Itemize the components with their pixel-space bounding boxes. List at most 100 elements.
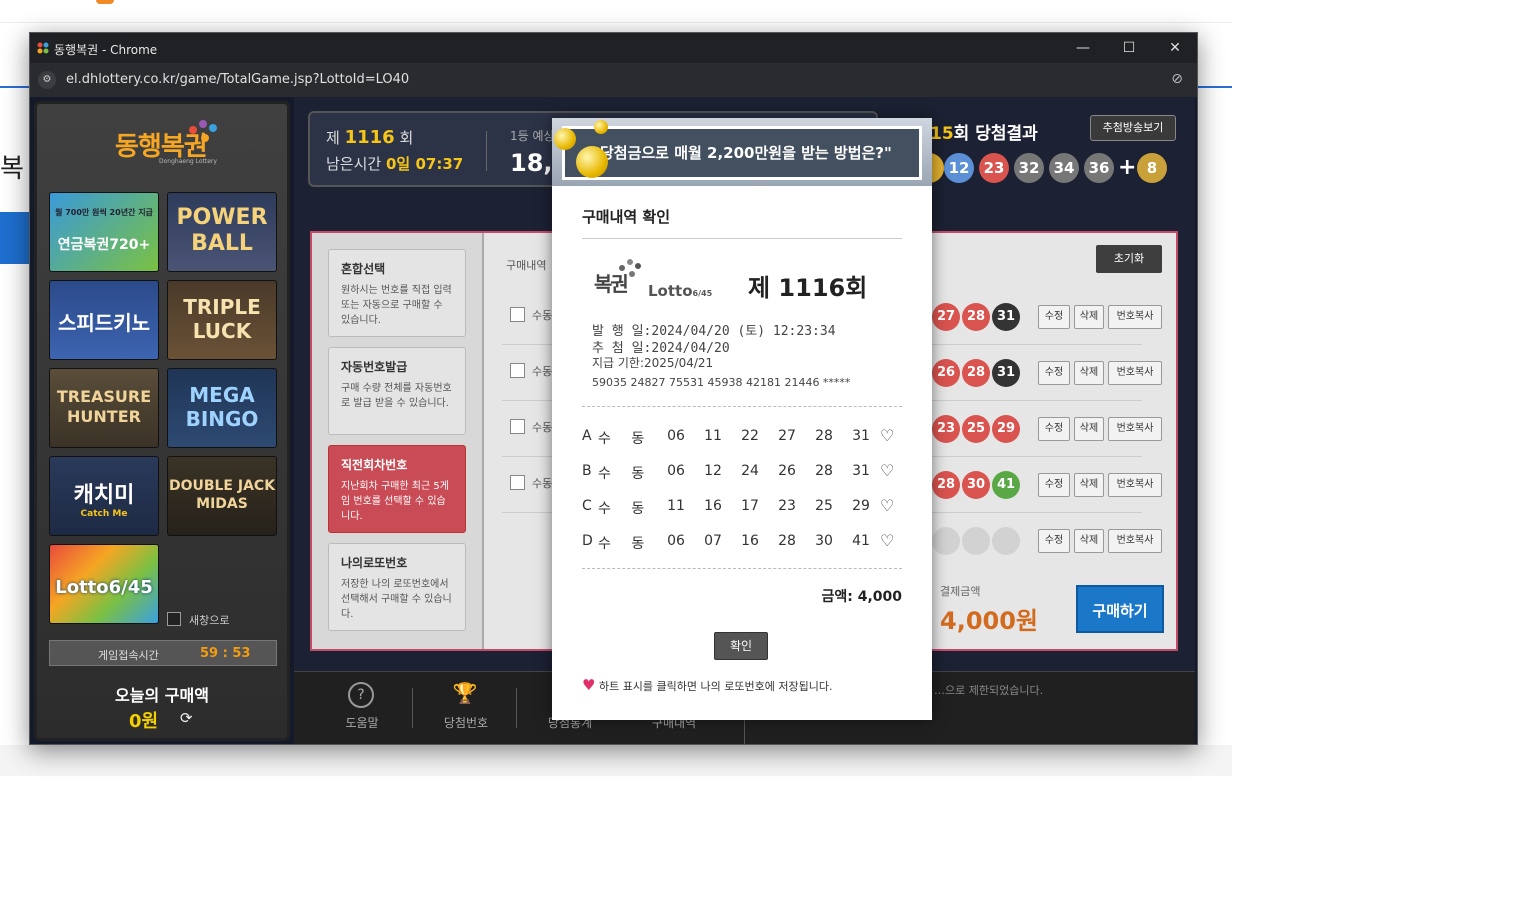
confirm-button[interactable]: 확인 — [714, 632, 768, 660]
tile-powerball[interactable]: POWER BALL — [167, 192, 277, 272]
reset-button[interactable]: 초기화 — [1096, 245, 1162, 273]
row-number: 25 — [815, 498, 833, 514]
slot-delete-button[interactable]: 삭제 — [1074, 417, 1104, 441]
heart-icon[interactable]: ♡ — [880, 426, 894, 445]
row-letter: D — [582, 533, 593, 549]
ticket-row-b: B 수 동 06 12 24 26 28 31 ♡ — [582, 461, 902, 487]
slot-edit-button[interactable]: 수정 — [1038, 305, 1070, 329]
minimize-button[interactable]: — — [1060, 33, 1106, 63]
background-orange-mark — [96, 0, 114, 4]
title-bar[interactable]: 동행복권 - Chrome — ☐ ✕ — [30, 33, 1197, 63]
menu-my-numbers[interactable]: 나의로또번호 저장한 나의 로또번호에서 선택해서 구매할 수 있습니다. — [328, 543, 466, 631]
menu-auto-issue[interactable]: 자동번호발급 구매 수량 전체를 자동번호로 발급 받을 수 있습니다. — [328, 347, 466, 435]
background-blue-tab — [0, 212, 29, 264]
background-top-divider — [0, 22, 1232, 23]
slot-mode: 수동 — [532, 477, 553, 490]
slot-edit-button[interactable]: 수정 — [1038, 417, 1070, 441]
help-button[interactable]: ? 도움말 — [310, 672, 414, 744]
close-button[interactable]: ✕ — [1152, 33, 1197, 63]
toolbar-divider — [412, 688, 413, 728]
maximize-button[interactable]: ☐ — [1106, 33, 1152, 63]
tile-label: Lotto6/45 — [55, 577, 153, 598]
gold-coin-icon — [594, 120, 608, 134]
row-number: 16 — [704, 498, 722, 514]
heart-icon[interactable]: ♡ — [880, 496, 894, 515]
refresh-icon[interactable]: ⟳ — [180, 709, 193, 727]
menu-previous-draw[interactable]: 직전회차번호 지난회차 구매한 최근 5게임 번호를 선택할 수 있습니다. — [328, 445, 466, 533]
row-mode: 수 동 — [598, 431, 653, 447]
slot-ball: 30 — [962, 471, 990, 499]
tile-triple-luck[interactable]: TRIPLE LUCK — [167, 280, 277, 360]
payment-deadline: 지급 기한:2025/04/21 — [592, 356, 714, 370]
row-number: 26 — [778, 463, 796, 479]
slot-copy-button[interactable]: 번호복사 — [1108, 361, 1162, 385]
tile-pension-720[interactable]: 월 700만 원씩 20년간 지급 연금복권720+ — [49, 192, 159, 272]
ticket-row-d: D 수 동 06 07 16 28 30 41 ♡ — [582, 531, 902, 557]
slot-ball: 31 — [992, 303, 1020, 331]
slot-checkbox[interactable] — [510, 419, 525, 434]
slot-checkbox[interactable] — [510, 363, 525, 378]
tile-catch-me[interactable]: 캐치미 Catch Me — [49, 456, 159, 536]
slot-ball: 31 — [992, 359, 1020, 387]
winning-ball: 36 — [1084, 153, 1114, 183]
slot-copy-button[interactable]: 번호복사 — [1108, 473, 1162, 497]
eye-slash-icon[interactable]: ⊘ — [1171, 71, 1183, 87]
tile-label: POWER BALL — [176, 205, 268, 256]
buy-button[interactable]: 구매하기 — [1076, 585, 1164, 633]
site-info-icon[interactable]: ⚙ — [38, 71, 56, 89]
new-window-checkbox[interactable] — [167, 612, 181, 626]
window-title: 동행복권 - Chrome — [54, 43, 158, 57]
promo-banner[interactable]: "당첨금으로 매월 2,200만원을 받는 방법은?" — [552, 118, 932, 186]
draw-broadcast-button[interactable]: 추첨방송보기 — [1090, 115, 1176, 141]
menu-title: 자동번호발급 — [341, 360, 408, 374]
timer-value: 59 : 53 — [200, 646, 251, 661]
slot-ball: 25 — [962, 415, 990, 443]
slot-checkbox[interactable] — [510, 475, 525, 490]
note-text: 하트 표시를 클릭하면 나의 로또번호에 저장됩니다. — [598, 680, 833, 693]
dashed-divider — [582, 568, 902, 569]
heart-icon[interactable]: ♡ — [880, 531, 894, 550]
slot-copy-button[interactable]: 번호복사 — [1108, 305, 1162, 329]
row-number: 23 — [778, 498, 796, 514]
slot-checkbox[interactable] — [510, 307, 525, 322]
dashed-divider — [582, 406, 902, 407]
slot-delete-button[interactable]: 삭제 — [1074, 305, 1104, 329]
draw-prefix: 제 — [326, 129, 340, 147]
menu-title: 직전회차번호 — [341, 458, 408, 472]
ticket-row-c: C 수 동 11 16 17 23 25 29 ♡ — [582, 496, 902, 522]
row-letter: A — [582, 428, 592, 444]
menu-mixed-select[interactable]: 혼합선택 원하시는 번호를 직접 입력 또는 자동으로 구매할 수 있습니다. — [328, 249, 466, 337]
row-number: 12 — [704, 463, 722, 479]
winning-ball: 34 — [1049, 153, 1079, 183]
winning-numbers-button[interactable]: 🏆 당첨번호 — [414, 672, 518, 744]
row-number: 30 — [815, 533, 833, 549]
payment-amount: 4,000원 — [940, 607, 1038, 635]
slot-mode: 수동 — [532, 309, 553, 322]
slot-delete-button[interactable]: 삭제 — [1074, 529, 1104, 553]
slot-edit-button[interactable]: 수정 — [1038, 473, 1070, 497]
row-number: 06 — [667, 463, 685, 479]
slot-delete-button[interactable]: 삭제 — [1074, 473, 1104, 497]
tile-label: DOUBLE JACK MIDAS — [168, 478, 276, 512]
bottom-notice: …으로 제한되었습니다. — [934, 684, 1044, 697]
tile-mega-bingo[interactable]: MEGA BINGO — [167, 368, 277, 448]
tile-lotto645[interactable]: Lotto6/45 — [49, 544, 159, 624]
timer-label: 게임접속시간 — [98, 649, 159, 662]
menu-desc: 원하시는 번호를 직접 입력 또는 자동으로 구매할 수 있습니다. — [341, 285, 452, 326]
slot-copy-button[interactable]: 번호복사 — [1108, 529, 1162, 553]
tile-speedkeno[interactable]: 스피드키노 — [49, 280, 159, 360]
slot-edit-button[interactable]: 수정 — [1038, 529, 1070, 553]
heart-icon[interactable]: ♡ — [880, 461, 894, 480]
url-text[interactable]: el.dhlottery.co.kr/game/TotalGame.jsp?Lo… — [66, 72, 409, 87]
tile-treasure-hunter[interactable]: TREASURE HUNTER — [49, 368, 159, 448]
slot-copy-button[interactable]: 번호복사 — [1108, 417, 1162, 441]
logo-dots-icon — [189, 120, 217, 142]
slot-ball-empty — [962, 527, 990, 555]
slot-delete-button[interactable]: 삭제 — [1074, 361, 1104, 385]
ticket-serial: 59035 24827 75531 45938 42181 21446 ****… — [592, 376, 851, 389]
row-number: 17 — [741, 498, 759, 514]
slot-edit-button[interactable]: 수정 — [1038, 361, 1070, 385]
tile-double-jack-midas[interactable]: DOUBLE JACK MIDAS — [167, 456, 277, 536]
address-bar[interactable]: ⚙ el.dhlottery.co.kr/game/TotalGame.jsp?… — [30, 63, 1197, 97]
slot-ball-empty — [992, 527, 1020, 555]
